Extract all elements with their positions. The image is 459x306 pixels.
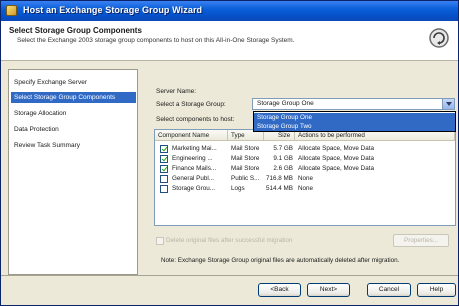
table-row[interactable]: Finance Mails... Mail Store 2.6 GB Alloc… <box>155 164 455 174</box>
wizard-window: Host an Exchange Storage Group Wizard Se… <box>0 0 459 306</box>
storage-group-select[interactable]: Storage Group One <box>252 98 455 110</box>
nav-item-data-protection[interactable]: Data Protection <box>11 124 136 135</box>
component-name: Storage Grou... <box>172 185 216 192</box>
component-actions: None <box>298 185 314 192</box>
table-row[interactable]: General Publ... Public S... 716.8 MB Non… <box>155 174 455 184</box>
components-label: Select components to host: <box>156 116 235 123</box>
row-checkbox[interactable] <box>160 175 168 183</box>
app-icon <box>6 5 17 16</box>
next-button[interactable]: Next> <box>307 283 350 297</box>
table-row[interactable]: Storage Grou... Logs 514.4 MB None <box>155 184 455 194</box>
page-subtitle: Select the Exchange 2003 storage group c… <box>17 37 295 44</box>
row-checkbox[interactable] <box>160 155 168 163</box>
storage-group-label: Select a Storage Group: <box>156 101 226 108</box>
row-checkbox[interactable] <box>160 145 168 153</box>
component-size: 5.7 GB <box>273 145 293 152</box>
component-type: Logs <box>231 185 245 192</box>
nav-item-select-storage-group-components[interactable]: Select Storage Group Components <box>11 92 136 103</box>
migration-note: Note: Exchange Storage Group original fi… <box>161 257 400 264</box>
back-button[interactable]: <Back <box>258 283 301 297</box>
component-name: Finance Mails... <box>172 165 217 172</box>
storage-group-selected-value: Storage Group One <box>257 100 314 107</box>
component-type: Mail Store <box>231 165 260 172</box>
delete-original-files-label: Delete original files after successful m… <box>166 237 293 244</box>
component-size: 514.4 MB <box>266 185 293 192</box>
component-size: 9.1 GB <box>273 155 293 162</box>
delete-original-files-checkbox[interactable] <box>156 237 164 245</box>
component-actions: Allocate Space, Move Data <box>298 165 374 172</box>
component-actions: Allocate Space, Move Data <box>298 155 374 162</box>
component-size: 2.6 GB <box>273 165 293 172</box>
component-type: Public S... <box>231 175 260 182</box>
properties-button[interactable]: Properties... <box>393 234 449 247</box>
nav-item-review-task-summary[interactable]: Review Task Summary <box>11 140 136 151</box>
title-bar[interactable]: Host an Exchange Storage Group Wizard <box>1 1 458 21</box>
storage-group-option-one[interactable]: Storage Group One <box>254 113 455 122</box>
component-type: Mail Store <box>231 145 260 152</box>
help-button[interactable]: Help <box>417 283 456 297</box>
page-title: Select Storage Group Components <box>9 26 142 35</box>
component-name: Engineering ... <box>172 155 213 162</box>
storage-group-dropdown: Storage Group One Storage Group Two <box>253 111 456 132</box>
component-name: General Publ... <box>172 175 215 182</box>
wizard-icon <box>429 28 449 48</box>
components-list: Component Name Type Size Actions to be p… <box>154 129 456 226</box>
server-name-label: Server Name: <box>156 88 197 95</box>
column-header-component-name[interactable]: Component Name <box>155 130 228 141</box>
table-row[interactable]: Engineering ... Mail Store 9.1 GB Alloca… <box>155 154 455 164</box>
footer-divider <box>1 275 458 276</box>
wizard-steps-nav: Specify Exchange Server Select Storage G… <box>8 69 138 275</box>
component-name: Marketing Mai... <box>172 145 217 152</box>
chevron-down-icon[interactable] <box>442 99 454 109</box>
component-actions: Allocate Space, Move Data <box>298 145 374 152</box>
nav-item-storage-allocation[interactable]: Storage Allocation <box>11 108 136 119</box>
storage-group-option-two[interactable]: Storage Group Two <box>254 122 455 131</box>
component-type: Mail Store <box>231 155 260 162</box>
component-actions: None <box>298 175 314 182</box>
table-row[interactable]: Marketing Mai... Mail Store 5.7 GB Alloc… <box>155 144 455 154</box>
wizard-header: Select Storage Group Components Select t… <box>1 21 458 61</box>
component-size: 716.8 MB <box>266 175 293 182</box>
cancel-button[interactable]: Cancel <box>367 283 411 297</box>
row-checkbox[interactable] <box>160 165 168 173</box>
nav-item-specify-exchange-server[interactable]: Specify Exchange Server <box>11 77 136 88</box>
row-checkbox[interactable] <box>160 185 168 193</box>
window-title: Host an Exchange Storage Group Wizard <box>23 5 203 15</box>
